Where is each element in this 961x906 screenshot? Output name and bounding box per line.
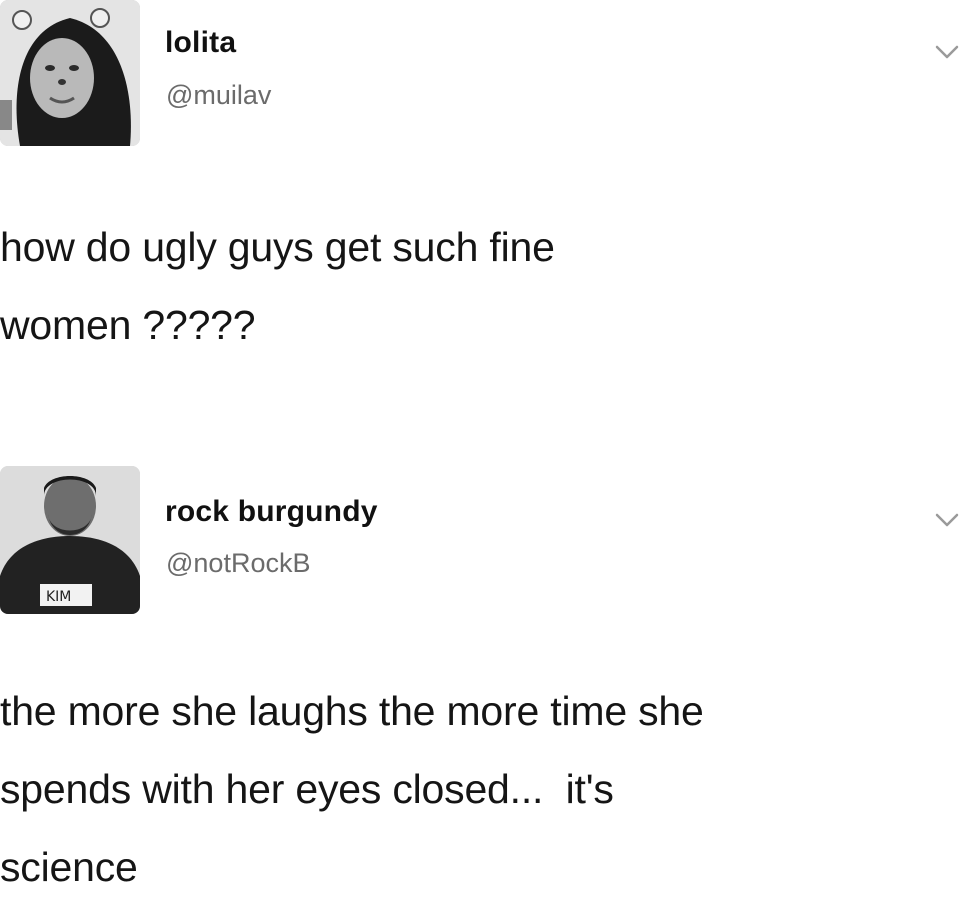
chevron-down-icon[interactable]: [933, 42, 961, 62]
display-name[interactable]: rock burgundy: [165, 495, 378, 529]
tweet-text: the more she laughs the more time she sp…: [0, 672, 955, 906]
tweet-text-line: women ?????: [0, 302, 256, 348]
svg-text:KIM: KIM: [46, 589, 71, 605]
tweet-text: how do ugly guys get such fine women ???…: [0, 208, 955, 364]
avatar-image: [0, 0, 140, 146]
avatar[interactable]: [0, 0, 140, 146]
user-handle[interactable]: @muilav: [166, 80, 271, 111]
avatar[interactable]: KIM: [0, 466, 140, 614]
avatar-image: KIM: [0, 466, 140, 614]
tweet-text-line: how do ugly guys get such fine: [0, 224, 555, 270]
tweet-card: KIM rock burgundy @notRockB the more she…: [0, 462, 961, 897]
chevron-down-icon[interactable]: [933, 510, 961, 530]
tweet-text-line: spends with her eyes closed... it's: [0, 766, 614, 812]
user-handle[interactable]: @notRockB: [166, 548, 310, 579]
tweet-text-line: the more she laughs the more time she: [0, 688, 704, 734]
display-name[interactable]: lolita: [165, 26, 236, 60]
tweet-text-line: science: [0, 844, 138, 890]
tweet-card: lolita @muilav how do ugly guys get such…: [0, 0, 961, 440]
